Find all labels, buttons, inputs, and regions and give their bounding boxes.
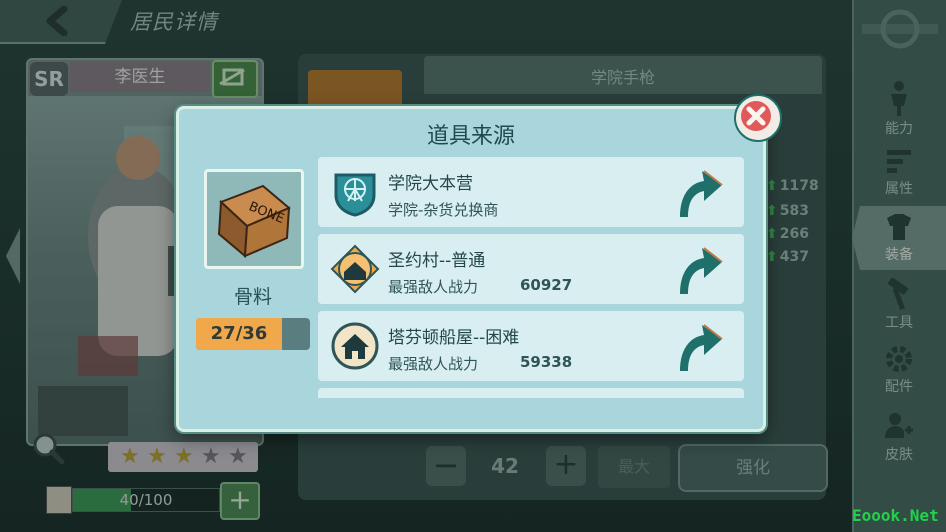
go-arrow-icon[interactable] — [674, 167, 724, 219]
source-row[interactable]: 圣约村--普通 最强敌人战力 60927 — [318, 234, 744, 304]
orange-house-icon — [330, 244, 380, 294]
item-icon-frame: BONE — [204, 169, 304, 269]
item-count-bar: 27/36 — [196, 318, 310, 350]
dialog-title: 道具来源 — [426, 124, 515, 149]
enemy-power: 60927 — [520, 276, 573, 294]
blue-house-icon — [331, 322, 379, 370]
source-name: 学院大本营 — [388, 174, 473, 194]
source-name: 塔芬顿船屋--困难 — [388, 328, 520, 348]
source-detail: 最强敌人战力 — [388, 278, 479, 296]
bone-crate-icon: BONE — [217, 184, 291, 259]
watermark: Eoook.Net — [852, 506, 939, 525]
item-count-text: 27/36 — [210, 323, 268, 344]
item-name: 骨料 — [233, 286, 272, 308]
institute-shield-icon — [334, 173, 376, 217]
source-row-partial[interactable] — [318, 388, 744, 398]
source-name: 圣约村--普通 — [388, 251, 486, 271]
source-row[interactable]: 学院大本营 学院-杂货兑换商 — [318, 157, 744, 227]
close-button[interactable] — [734, 94, 782, 142]
source-detail: 最强敌人战力 — [388, 355, 479, 373]
go-arrow-icon[interactable] — [674, 321, 724, 373]
source-detail: 学院-杂货兑换商 — [388, 201, 499, 219]
close-icon — [741, 101, 771, 131]
go-arrow-icon[interactable] — [674, 244, 724, 296]
source-row[interactable]: 塔芬顿船屋--困难 最强敌人战力 59338 — [318, 311, 744, 381]
enemy-power: 59338 — [520, 353, 573, 371]
